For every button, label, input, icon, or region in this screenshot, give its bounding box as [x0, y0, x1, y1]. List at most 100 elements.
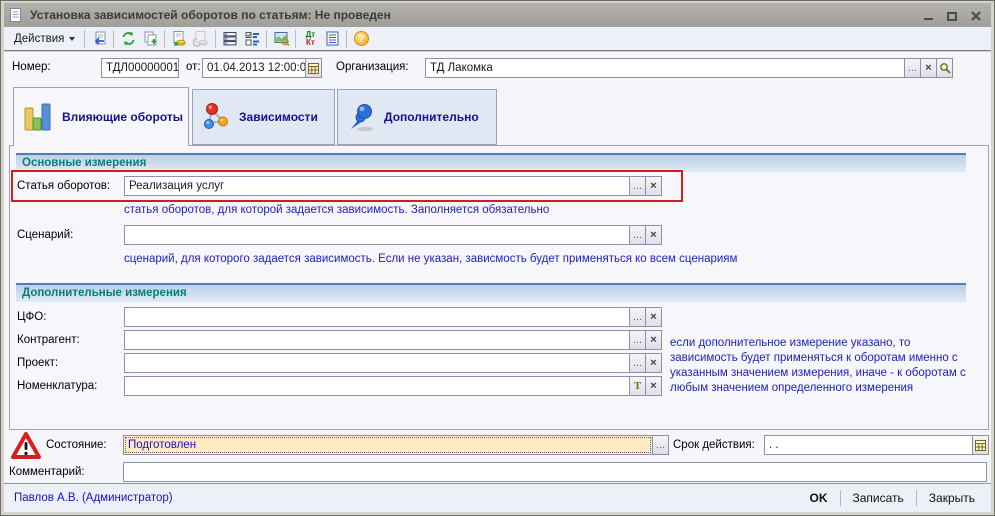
nomenclature-clear-button[interactable]: × — [645, 376, 662, 396]
minimize-button[interactable] — [921, 8, 935, 22]
section-additional-dimensions: Дополнительные измерения — [16, 283, 966, 302]
document-window: Установка зависимостей оборотов по стать… — [0, 0, 995, 516]
cfo-select-button[interactable]: ... — [629, 307, 646, 327]
date-label: от: — [186, 61, 201, 73]
maximize-button[interactable] — [945, 8, 959, 22]
copy-button[interactable] — [139, 28, 161, 49]
window-title: Установка зависимостей оборотов по стать… — [30, 8, 921, 22]
help-button[interactable]: ? — [350, 28, 372, 49]
post-document-button[interactable] — [168, 28, 190, 49]
toolbar-separator — [295, 30, 296, 48]
date-input[interactable]: 01.04.2013 12:00:00 — [202, 58, 306, 78]
settings-list-button[interactable] — [241, 28, 263, 49]
article-input[interactable]: Реализация услуг — [124, 176, 630, 196]
cfo-input[interactable] — [124, 307, 630, 327]
tab-additional[interactable]: Дополнительно — [337, 89, 497, 145]
form-area: Номер: ТДЛ00000001 от: 01.04.2013 12:00:… — [4, 52, 991, 512]
nomenclature-input[interactable] — [124, 376, 630, 396]
footer-separator — [916, 490, 917, 506]
post-icon — [171, 30, 188, 47]
article-hint: статья оборотов, для которой задается за… — [124, 204, 549, 216]
close-window-button[interactable]: Закрыть — [923, 489, 981, 507]
calendar-icon — [308, 63, 319, 74]
state-input[interactable]: Подготовлен — [123, 435, 653, 455]
unpost-icon — [193, 30, 210, 47]
cfo-clear-button[interactable]: × — [645, 307, 662, 327]
calendar-icon — [975, 440, 986, 451]
copy-icon — [142, 30, 159, 47]
dtkt-button[interactable]: Дт Кт — [299, 28, 321, 49]
ok-button[interactable]: OK — [804, 489, 834, 507]
additional-dimensions-hint: если дополнительное измерение указано, т… — [670, 336, 973, 396]
number-label: Номер: — [12, 61, 51, 73]
article-label: Статья оборотов: — [17, 180, 110, 192]
tab-dependencies[interactable]: Зависимости — [192, 89, 335, 145]
toolbar-separator — [215, 30, 216, 48]
dtkt-icon: Дт Кт — [306, 31, 316, 47]
validity-calendar-button[interactable] — [972, 435, 989, 455]
state-select-button[interactable]: ... — [652, 435, 669, 455]
toolbar-separator — [164, 30, 165, 48]
minimize-icon — [924, 18, 933, 20]
organization-clear-button[interactable]: × — [920, 58, 937, 78]
structure-icon — [222, 30, 239, 47]
actions-menu-button[interactable]: Действия — [8, 31, 81, 47]
organization-label: Организация: — [336, 61, 409, 73]
tab-label: Влияющие обороты — [62, 110, 183, 124]
close-button[interactable] — [969, 8, 983, 22]
article-clear-button[interactable]: × — [645, 176, 662, 196]
tab-influencing-turnovers[interactable]: Влияющие обороты — [13, 87, 189, 146]
refresh-button[interactable] — [117, 28, 139, 49]
tab-content-panel: Основные измерения Статья оборотов: Реал… — [9, 145, 989, 430]
calendar-button[interactable] — [305, 58, 322, 78]
article-select-button[interactable]: ... — [629, 176, 646, 196]
project-clear-button[interactable]: × — [645, 353, 662, 373]
validity-input[interactable]: . . — [764, 435, 973, 455]
section-main-dimensions: Основные измерения — [16, 153, 966, 172]
contractor-label: Контрагент: — [17, 334, 80, 346]
document-icon — [8, 7, 24, 23]
close-icon — [970, 10, 982, 22]
related-documents-button[interactable] — [270, 28, 292, 49]
footer-bar: Павлов А.В. (Администратор) OK Записать … — [4, 483, 991, 512]
comment-input[interactable] — [123, 462, 987, 482]
project-input[interactable] — [124, 353, 630, 373]
scenario-select-button[interactable]: ... — [629, 225, 646, 245]
contractor-input[interactable] — [124, 330, 630, 350]
save-button[interactable]: Записать — [847, 489, 910, 507]
help-icon: ? — [354, 31, 369, 46]
refresh-icon — [120, 30, 137, 47]
toolbar-separator — [113, 30, 114, 48]
cfo-label: ЦФО: — [17, 311, 46, 323]
registers-button[interactable] — [321, 28, 343, 49]
organization-search-button[interactable] — [936, 58, 953, 78]
nomenclature-text-button[interactable]: T — [629, 376, 646, 396]
toolbar-separator — [84, 30, 85, 48]
contractor-clear-button[interactable]: × — [645, 330, 662, 350]
scenario-label: Сценарий: — [17, 229, 73, 241]
molecule-icon — [202, 102, 230, 132]
toolbar-separator — [266, 30, 267, 48]
scenario-clear-button[interactable]: × — [645, 225, 662, 245]
scenario-input[interactable] — [124, 225, 630, 245]
validity-label: Срок действия: — [673, 439, 755, 451]
nomenclature-label: Номенклатура: — [17, 380, 97, 392]
tab-label: Зависимости — [239, 110, 318, 124]
actions-label: Действия — [14, 33, 64, 45]
scenario-hint: сценарий, для которого задается зависимо… — [124, 253, 737, 265]
unpost-document-button[interactable] — [190, 28, 212, 49]
state-label: Состояние: — [46, 439, 107, 451]
organization-input[interactable]: ТД Лакомка — [425, 58, 905, 78]
bar-chart-icon — [23, 101, 53, 133]
project-select-button[interactable]: ... — [629, 353, 646, 373]
number-input[interactable]: ТДЛ00000001 — [101, 58, 179, 78]
contractor-select-button[interactable]: ... — [629, 330, 646, 350]
organization-select-button[interactable]: ... — [904, 58, 921, 78]
reread-button[interactable] — [88, 28, 110, 49]
toolbar: Действия — [4, 27, 991, 51]
structure-button[interactable] — [219, 28, 241, 49]
tab-label: Дополнительно — [384, 110, 479, 124]
reread-icon — [91, 30, 108, 47]
project-label: Проект: — [17, 357, 58, 369]
pushpin-icon — [347, 102, 375, 132]
